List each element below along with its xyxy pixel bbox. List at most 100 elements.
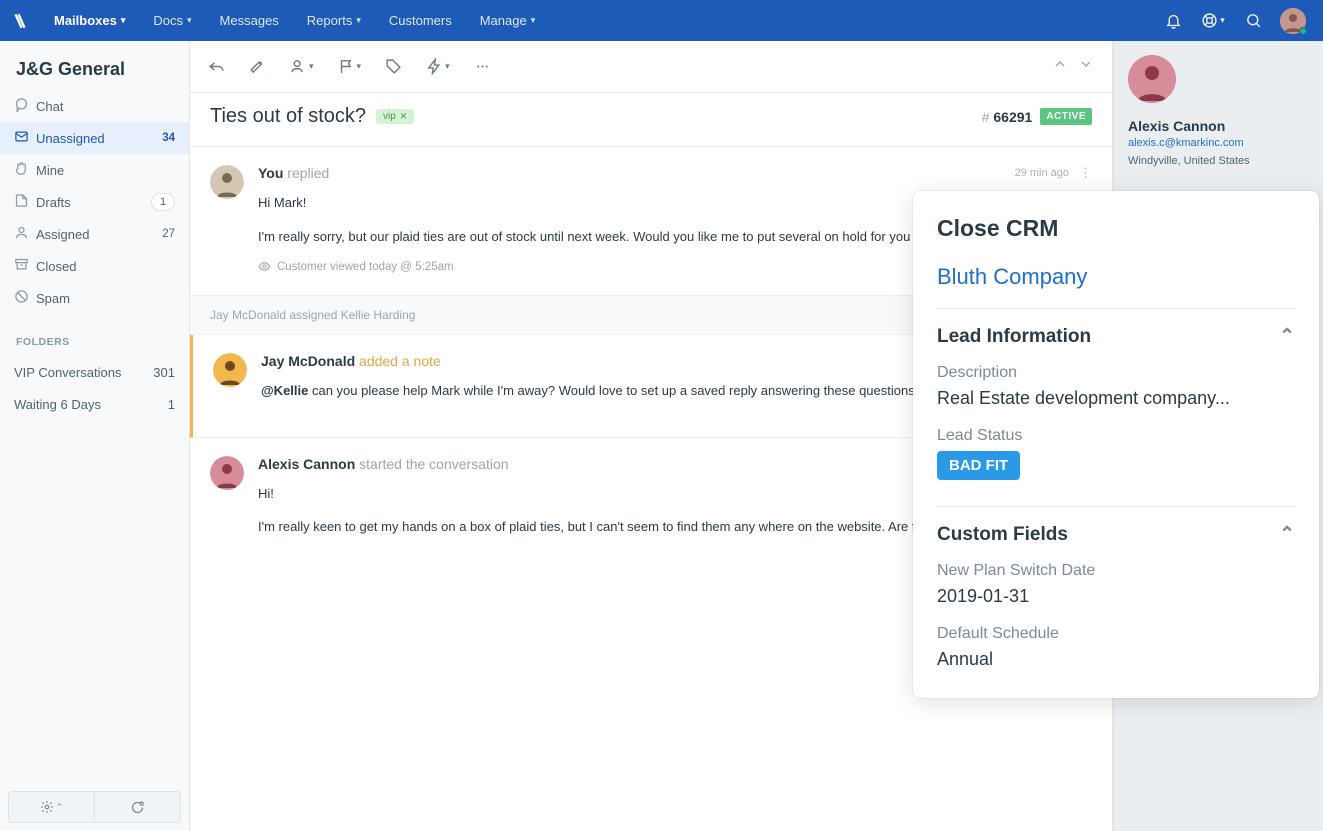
- prev-conversation-button[interactable]: [1052, 56, 1068, 77]
- notifications-button[interactable]: [1153, 0, 1193, 41]
- sidebar-item-spam[interactable]: Spam: [0, 282, 189, 314]
- chevron-up-icon: ⌃: [1279, 523, 1295, 546]
- nav-items: Mailboxes▾ Docs▾ Messages Reports▾ Custo…: [40, 0, 549, 41]
- sidebar-item-count: 34: [162, 132, 175, 144]
- search-icon: [1245, 12, 1262, 29]
- customer-email[interactable]: alexis.c@kmarkinc.com: [1128, 137, 1309, 149]
- sidebar-item-closed[interactable]: Closed: [0, 250, 189, 282]
- sidebar-item-label: Closed: [36, 259, 175, 274]
- app-logo[interactable]: [0, 12, 40, 30]
- sidebar-item-mine[interactable]: Mine: [0, 154, 189, 186]
- close-icon[interactable]: ✕: [400, 111, 408, 122]
- more-button[interactable]: [474, 58, 491, 75]
- conversation-subject: Ties out of stock?: [210, 105, 366, 128]
- nav-manage[interactable]: Manage ▾: [466, 0, 550, 41]
- avatar: [1280, 8, 1306, 34]
- draft-icon: [14, 193, 29, 208]
- sidebar-item-unassigned[interactable]: Unassigned 34: [0, 122, 189, 154]
- sidebar-item-assigned[interactable]: Assigned 27: [0, 218, 189, 250]
- subject-row: Ties out of stock? vip✕ # 66291 ACTIVE: [190, 93, 1112, 147]
- sidebar-item-label: Unassigned: [36, 131, 162, 146]
- folder-count: 301: [153, 365, 175, 380]
- crm-lead-status-badge: BAD FIT: [937, 451, 1020, 480]
- nav-docs[interactable]: Docs ▾: [139, 0, 205, 41]
- status-button[interactable]: ▾: [338, 58, 362, 75]
- lightning-icon: [426, 58, 443, 75]
- profile-button[interactable]: [1273, 0, 1313, 41]
- nav-label: Manage: [480, 13, 527, 28]
- chevron-down-icon: ▾: [357, 61, 362, 72]
- archive-icon: [14, 257, 29, 272]
- help-button[interactable]: ▾: [1193, 0, 1233, 41]
- message-menu-button[interactable]: ⋮: [1079, 165, 1092, 181]
- nav-label: Reports: [307, 13, 353, 28]
- avatar: [210, 165, 244, 199]
- crm-lead-status-label: Lead Status: [937, 427, 1295, 445]
- sidebar: J&G General Chat Unassigned 34 Mine Draf…: [0, 41, 190, 831]
- mention[interactable]: @Kellie: [261, 383, 308, 398]
- crm-lead-info-toggle[interactable]: Lead Information ⌃: [937, 325, 1295, 348]
- folder-vip[interactable]: VIP Conversations 301: [0, 356, 189, 388]
- sidebar-item-label: Spam: [36, 291, 175, 306]
- lifebuoy-icon: [1201, 12, 1218, 29]
- next-conversation-button[interactable]: [1078, 56, 1094, 77]
- status-badge: ACTIVE: [1040, 108, 1092, 125]
- nav-reports[interactable]: Reports▾: [293, 0, 375, 41]
- nav-label: Docs: [153, 13, 183, 28]
- toolbar: ▾ ▾ ▾: [190, 41, 1112, 93]
- flag-icon: [338, 58, 355, 75]
- nav-mailboxes[interactable]: Mailboxes ▾: [40, 0, 139, 41]
- hand-icon: [14, 161, 29, 176]
- top-nav: Mailboxes▾ Docs▾ Messages Reports▾ Custo…: [0, 0, 1323, 41]
- folder-label: Waiting 6 Days: [14, 397, 168, 412]
- eye-icon: [258, 260, 271, 273]
- nav-label: Mailboxes: [54, 13, 117, 28]
- search-button[interactable]: [1233, 0, 1273, 41]
- message-time: 29 min ago: [1015, 167, 1069, 179]
- nav-label: Customers: [389, 13, 452, 28]
- crm-description-value: Real Estate development company...: [937, 388, 1295, 409]
- nav-customers[interactable]: Customers: [375, 0, 466, 41]
- settings-button[interactable]: ⌃: [9, 792, 95, 822]
- sidebar-item-chat[interactable]: Chat: [0, 90, 189, 122]
- folders-header: FOLDERS: [0, 314, 189, 356]
- tag-vip[interactable]: vip ✕: [376, 109, 414, 124]
- crm-panel: Close CRM Bluth Company Lead Information…: [913, 191, 1319, 698]
- folder-waiting[interactable]: Waiting 6 Days 1: [0, 388, 189, 420]
- sidebar-item-label: Chat: [36, 99, 175, 114]
- message-author: Jay McDonald added a note: [261, 353, 441, 369]
- chevron-up-icon: [1052, 56, 1068, 72]
- chevron-down-icon: ▾: [445, 61, 450, 72]
- tag-button[interactable]: [385, 58, 402, 75]
- sidebar-item-label: Drafts: [36, 195, 151, 210]
- crm-description-label: Description: [937, 364, 1295, 382]
- dots-icon: [474, 58, 491, 75]
- workflow-button[interactable]: ▾: [426, 58, 450, 75]
- chevron-down-icon: ▾: [531, 15, 536, 26]
- chevron-down-icon: ▾: [121, 15, 126, 26]
- nav-messages[interactable]: Messages: [206, 0, 293, 41]
- chevron-down-icon: ▾: [187, 15, 192, 26]
- folder-count: 1: [168, 397, 175, 412]
- sidebar-item-label: Mine: [36, 163, 175, 178]
- avatar: [210, 456, 244, 490]
- crm-custom-fields-toggle[interactable]: Custom Fields ⌃: [937, 523, 1295, 546]
- new-conversation-button[interactable]: [95, 792, 180, 822]
- nav-label: Messages: [220, 13, 279, 28]
- spam-icon: [14, 289, 29, 304]
- bell-icon: [1165, 12, 1182, 29]
- folder-label: VIP Conversations: [14, 365, 153, 380]
- note-button[interactable]: [249, 58, 266, 75]
- crm-company-link[interactable]: Bluth Company: [937, 264, 1295, 290]
- assign-button[interactable]: ▾: [290, 58, 314, 75]
- sidebar-item-count: 1: [151, 193, 175, 211]
- chevron-down-icon: [1078, 56, 1094, 72]
- reply-button[interactable]: [208, 58, 225, 75]
- avatar[interactable]: [1128, 55, 1176, 103]
- tag-label: vip: [383, 111, 396, 122]
- message-author: You replied: [258, 165, 329, 181]
- message-author: Alexis Cannon started the conversation: [258, 456, 509, 472]
- crm-section-label: Custom Fields: [937, 524, 1068, 546]
- sidebar-item-drafts[interactable]: Drafts 1: [0, 186, 189, 218]
- sidebar-item-count: 27: [162, 228, 175, 240]
